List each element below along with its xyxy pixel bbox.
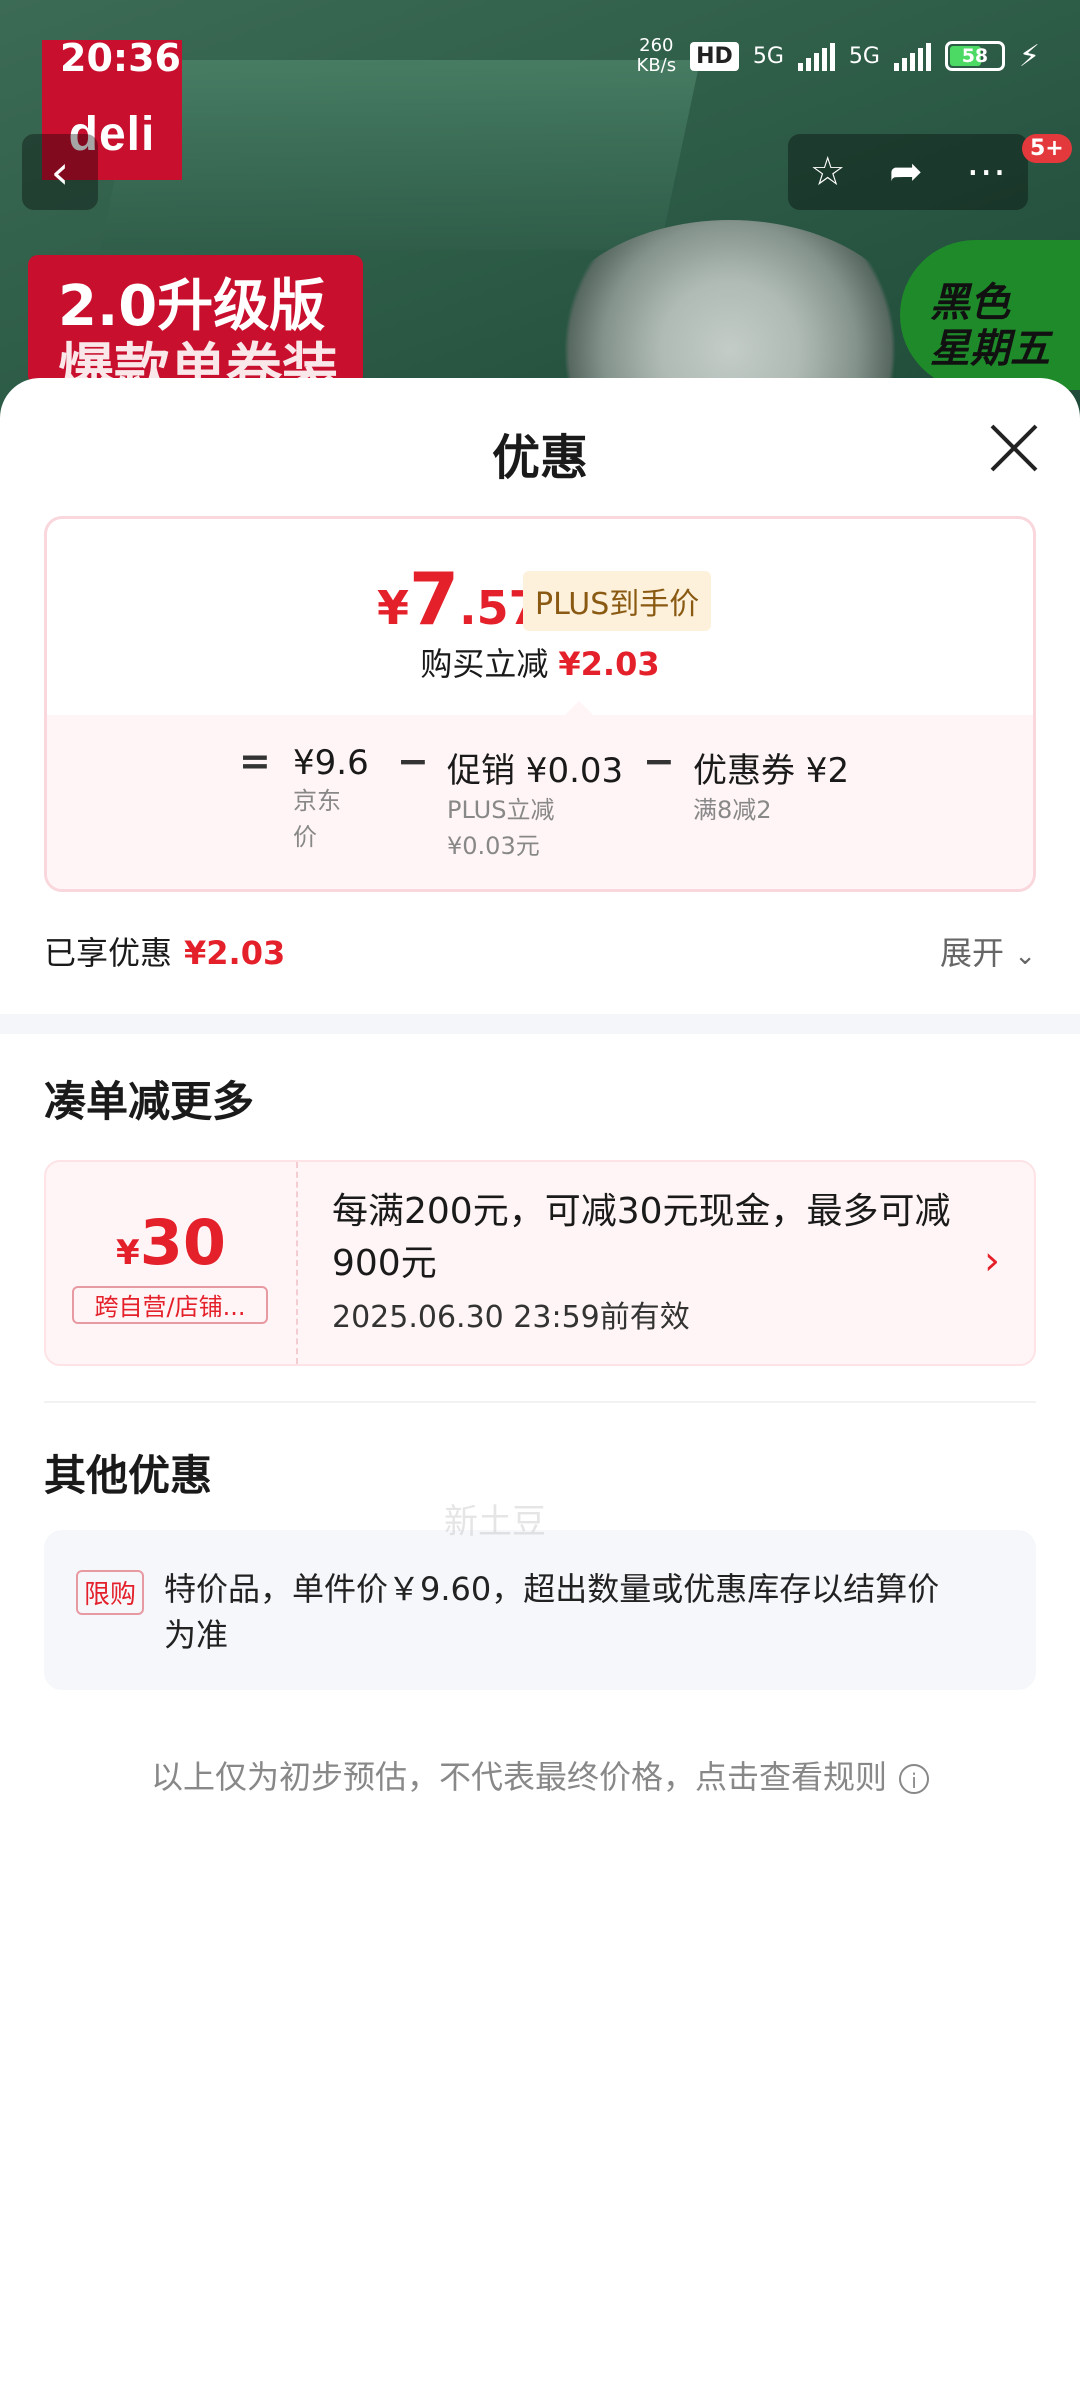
more-options-icon[interactable]: ⋯ [966, 149, 1006, 195]
status-time: 20:36 [60, 36, 181, 80]
minus-sign: − [397, 739, 429, 783]
rules-footnote[interactable]: 以上仅为初步预估，不代表最终价格，点击查看规则 i [0, 1752, 1080, 1798]
jd-price-item: ¥9.6 京东 价 [293, 743, 369, 851]
chevron-down-icon: ⌄ [1014, 941, 1036, 971]
back-button[interactable]: ‹ [22, 134, 98, 210]
status-bar: 20:36 260 KB/s HD 5G 5G 58 ⚡ [0, 0, 1080, 100]
more-section-title: 凑单减更多 [44, 1077, 255, 1126]
event-line-2: 星期五 [930, 326, 1050, 372]
section-divider [0, 1014, 1080, 1034]
coupon-scope-tag: 跨自营/店铺... [72, 1286, 268, 1324]
expand-button[interactable]: 展开 ⌄ [940, 928, 1036, 974]
plus-price-tag: PLUS到手价 [523, 571, 712, 631]
minus-sign-2: − [643, 739, 675, 783]
coupon-validity: 2025.06.30 23:59前有效 [332, 1300, 690, 1335]
signal-icon [797, 41, 835, 71]
hd-icon: HD [690, 41, 739, 71]
charging-icon: ⚡ [1018, 38, 1040, 74]
favorite-star-icon[interactable]: ☆ [810, 149, 846, 195]
cross-store-coupon[interactable]: ¥30 跨自营/店铺... 每满200元，可减30元现金，最多可减900元 20… [44, 1160, 1036, 1366]
limit-text: 特价品，单件价￥9.60，超出数量或优惠库存以结算价为准 [164, 1570, 940, 1654]
equals-sign: = [239, 739, 271, 783]
top-action-group: ☆ ➦ ⋯ [788, 134, 1028, 210]
price-breakdown-card: ¥7.57 PLUS到手价 购买立减 ¥2.03 = ¥9.6 京东 价 − 促销… [44, 516, 1036, 892]
buy-reduce-line: 购买立减 ¥2.03 [420, 645, 660, 683]
battery-icon: 58 [944, 41, 1005, 71]
watermark: 新土豆 [444, 1502, 546, 1542]
signal-icon-2 [893, 41, 931, 71]
final-price: ¥7.57 [377, 557, 541, 641]
promo-banner: 2.0升级版 爆款单卷装 [28, 255, 363, 403]
event-line-1: 黑色 [930, 280, 1010, 326]
info-icon: i [899, 1764, 929, 1794]
promo-item: 促销 ¥0.03 PLUS立减 ¥0.03元 [447, 751, 624, 860]
coupon-item: 优惠券 ¥2 满8减2 [693, 751, 850, 824]
sheet-title: 优惠 [491, 430, 588, 486]
status-icons: 260 KB/s HD 5G 5G 58 ⚡ [637, 36, 1040, 76]
divider-line [44, 1401, 1036, 1403]
close-icon [990, 424, 1038, 472]
enjoyed-discount: 已享优惠 ¥2.03 [44, 934, 286, 972]
price-formula: = ¥9.6 京东 价 − 促销 ¥0.03 PLUS立减 ¥0.03元 − 优… [47, 701, 1033, 889]
coupon-amount: ¥30 [116, 1206, 226, 1279]
network-5g-label-2: 5G [848, 43, 880, 69]
coupon-description: 每满200元，可减30元现金，最多可减900元 [332, 1191, 951, 1284]
purchase-limit-card: 限购 特价品，单件价￥9.60，超出数量或优惠库存以结算价为准 [44, 1530, 1036, 1690]
other-section-title: 其他优惠 [44, 1451, 213, 1500]
event-badge: 黑色 星期五 [900, 240, 1080, 390]
close-button[interactable] [984, 418, 1044, 478]
promo-line-1: 2.0升级版 [58, 274, 326, 339]
discount-sheet: 优惠 ¥7.57 PLUS到手价 购买立减 ¥2.03 = ¥9.6 京东 价 −… [0, 378, 1080, 2400]
limit-tag: 限购 [76, 1570, 145, 1615]
net-speed: 260 KB/s [636, 35, 677, 76]
share-icon[interactable]: ➦ [889, 149, 923, 195]
message-count-badge: 5+ [1022, 134, 1072, 163]
chevron-right-icon: › [984, 1238, 1000, 1284]
network-5g-label: 5G [752, 43, 784, 69]
